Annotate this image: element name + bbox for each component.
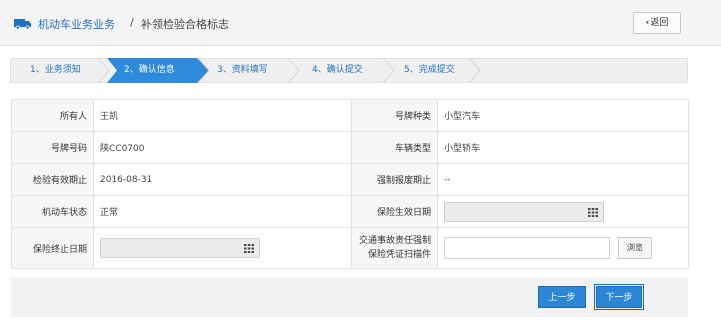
table-row: 号牌号码 陕CC0700 车辆类型 小型轿车 <box>11 131 689 164</box>
calendar-icon[interactable] <box>244 244 254 253</box>
compulsory-insurance-upload-cell: 浏览 <box>437 227 689 269</box>
page-subtitle: 补领检验合格标志 <box>141 18 229 31</box>
inspection-expiry-value: 2016-08-31 <box>93 163 352 196</box>
footer-bar: 上一步 下一步 <box>11 277 688 317</box>
inspection-expiry-label: 检验有效期止 <box>11 163 94 196</box>
step-2: 2、确认信息 <box>124 65 175 75</box>
car-icon <box>14 19 31 29</box>
vehicle-info-table: 所有人 王凯 号牌种类 小型汽车 号牌号码 陕CC0700 车辆类型 小型轿车 … <box>11 99 689 269</box>
insurance-start-date-input[interactable] <box>444 201 604 222</box>
owner-label: 所有人 <box>11 99 94 132</box>
insurance-end-date-input[interactable] <box>100 238 260 258</box>
step-4: 4、确认提交 <box>312 65 363 75</box>
insurance-end-cell <box>93 227 352 269</box>
plate-number-label: 号牌号码 <box>11 131 94 164</box>
vehicle-status-label: 机动车状态 <box>11 195 94 228</box>
next-step-button[interactable]: 下一步 <box>594 284 644 310</box>
table-row: 保险终止日期 交通事故责任强制 保险凭证扫描件 浏览 <box>11 227 689 269</box>
scan-file-input[interactable] <box>444 237 610 259</box>
owner-value: 王凯 <box>93 99 352 132</box>
chevron-left-icon: ‹ <box>645 18 650 28</box>
calendar-icon[interactable] <box>588 207 598 217</box>
previous-step-button[interactable]: 上一步 <box>538 286 586 308</box>
insurance-start-label: 保险生效日期 <box>351 195 438 228</box>
step-1: 1、业务须知 <box>30 65 81 75</box>
back-button-label: 返回 <box>650 18 669 28</box>
step-5: 5、完成提交 <box>404 65 455 75</box>
plate-type-value: 小型汽车 <box>437 99 689 132</box>
compulsory-insurance-label-line1: 交通事故责任强制 <box>358 236 431 246</box>
insurance-start-cell <box>437 195 689 228</box>
vehicle-status-value: 正常 <box>93 195 352 228</box>
scrap-deadline-value: -- <box>437 163 689 196</box>
compulsory-insurance-label-line2: 保险凭证扫描件 <box>367 250 431 260</box>
vehicle-type-label: 车辆类型 <box>351 131 438 164</box>
table-row: 所有人 王凯 号牌种类 小型汽车 <box>11 99 689 132</box>
vehicle-type-value: 小型轿车 <box>437 131 689 164</box>
step-3: 3、资料填写 <box>217 65 268 75</box>
plate-type-label: 号牌种类 <box>351 99 438 132</box>
step-progress-bar: 1、业务须知 2、确认信息 3、资料填写 4、确认提交 5、完成提交 <box>10 58 688 83</box>
insurance-end-label: 保险终止日期 <box>11 227 94 269</box>
browse-button[interactable]: 浏览 <box>618 237 652 259</box>
table-row: 检验有效期止 2016-08-31 强制报废期止 -- <box>11 163 689 196</box>
top-bar: 机动车业务业务 / 补领检验合格标志 ‹返回 <box>0 0 721 46</box>
compulsory-insurance-label: 交通事故责任强制 保险凭证扫描件 <box>351 227 438 269</box>
table-row: 机动车状态 正常 保险生效日期 <box>11 195 689 228</box>
breadcrumb-separator: / <box>130 16 134 29</box>
scrap-deadline-label: 强制报废期止 <box>351 163 438 196</box>
page-title[interactable]: 机动车业务业务 <box>38 16 115 32</box>
back-button[interactable]: ‹返回 <box>633 12 681 34</box>
plate-number-value: 陕CC0700 <box>93 131 352 164</box>
